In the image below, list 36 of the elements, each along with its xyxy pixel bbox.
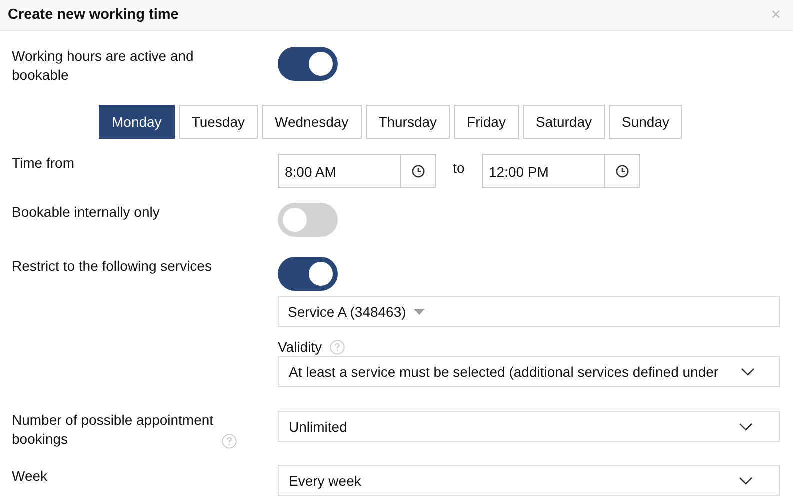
toggle-switch[interactable] bbox=[278, 257, 338, 291]
field-label: Week bbox=[12, 467, 49, 486]
dialog-title: Create new working time bbox=[8, 7, 179, 23]
select-value: At least a service must be selected (additional services defined under bbox=[289, 364, 719, 380]
select-value: Every week bbox=[289, 472, 362, 488]
field-label: Bookable internally only bbox=[12, 203, 161, 222]
day-tab[interactable]: Saturday bbox=[522, 105, 605, 139]
day-tab[interactable]: Sunday bbox=[609, 105, 682, 139]
clock-icon bbox=[412, 164, 424, 178]
day-tab[interactable]: Tuesday bbox=[178, 105, 258, 139]
field-label: Validity bbox=[278, 339, 322, 355]
separator-text: to bbox=[452, 159, 466, 176]
time-value: 8:00 AM bbox=[284, 163, 338, 182]
field-label: Time from bbox=[12, 154, 76, 173]
time-field[interactable]: 12:00 PM bbox=[482, 154, 640, 188]
dropdown-arrow-icon bbox=[414, 308, 426, 314]
day-tab[interactable]: Thursday bbox=[366, 105, 450, 139]
bookings-select[interactable]: Unlimited bbox=[278, 411, 780, 442]
field-label: Restrict to the following services bbox=[12, 257, 213, 276]
validity-select[interactable]: At least a service must be selected (additional services defined under bbox=[278, 356, 780, 387]
chevron-down-icon bbox=[739, 422, 753, 430]
toggle-switch[interactable] bbox=[278, 47, 338, 81]
time-field[interactable]: 8:00 AM bbox=[278, 154, 436, 188]
chevron-down-icon bbox=[739, 476, 753, 484]
chevron-down-icon bbox=[741, 368, 755, 376]
field-label: Number of possible appointment bookings bbox=[12, 411, 215, 449]
select-value: Unlimited bbox=[289, 418, 348, 434]
day-tab[interactable]: Wednesday bbox=[262, 105, 362, 139]
toggle-switch[interactable] bbox=[278, 203, 338, 237]
time-value: 12:00 PM bbox=[488, 163, 550, 182]
field-label: Working hours are active and bookable bbox=[12, 47, 195, 85]
week-select[interactable]: Every week bbox=[278, 465, 780, 496]
service-select[interactable]: Service A (348463) bbox=[278, 296, 780, 327]
clock-icon bbox=[616, 164, 628, 178]
day-tab[interactable]: Friday bbox=[454, 105, 519, 139]
day-tab[interactable]: Monday bbox=[99, 105, 175, 139]
